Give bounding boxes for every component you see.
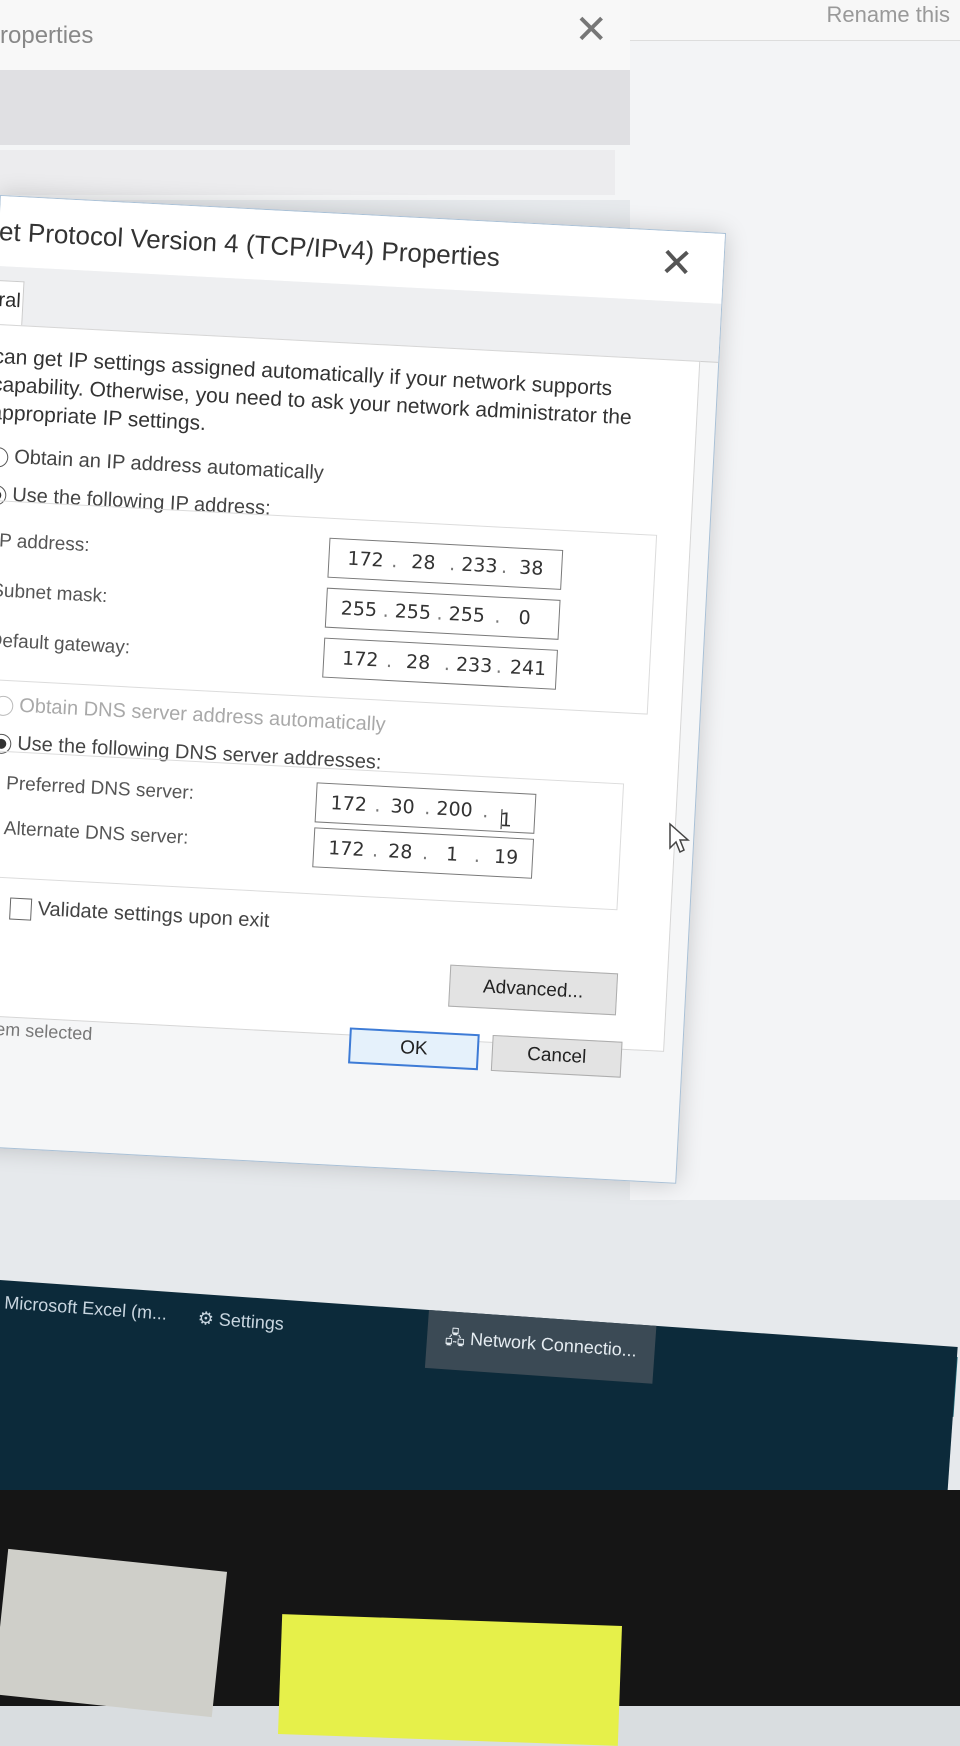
ip-octet-2: 28 [410, 551, 437, 575]
gw-octet-3: 233 [455, 653, 493, 678]
gw-dot-1: . [385, 649, 393, 673]
description-text: can get IP settings assigned automatical… [0, 344, 633, 436]
gw-octet-2: 28 [405, 650, 431, 675]
mask-octet-4: 0 [518, 606, 532, 630]
validate-label: Validate settings upon exit [37, 897, 270, 933]
validate-checkbox-row[interactable]: Validate settings upon exit [9, 897, 270, 934]
cancel-button[interactable]: Cancel [490, 1034, 623, 1078]
ip-octet-4: 38 [518, 556, 544, 580]
ok-button[interactable]: OK [348, 1027, 480, 1071]
mask-dot-1: . [382, 599, 390, 622]
dialog-title: et Protocol Version 4 (TCP/IPv4) Propert… [0, 216, 501, 273]
gw-dot-3: . [495, 655, 503, 678]
ip-dot-3: . [500, 555, 508, 579]
radio-ip-auto-label: Obtain an IP address automatically [13, 446, 325, 485]
radio-ip-auto-row[interactable]: Obtain an IP address automatically [0, 445, 324, 486]
mask-octet-2: 255 [394, 600, 432, 625]
dns2-octet-3: 1 [445, 843, 459, 866]
ipv4-properties-dialog: et Protocol Version 4 (TCP/IPv4) Propert… [0, 195, 727, 1184]
gw-dot-2: . [443, 652, 451, 676]
taskbar-item-network-label: Network Connectio... [469, 1328, 638, 1361]
dns1-dot-3: . [481, 800, 490, 823]
network-icon: 🖧 [444, 1327, 466, 1349]
dns2-octet-4: 19 [493, 845, 519, 870]
ip-dot-1: . [390, 550, 398, 573]
background-window-title: roperties [0, 22, 94, 49]
background-close-icon[interactable]: ✕ [574, 10, 608, 50]
mask-dot-2: . [436, 602, 444, 625]
dns1-dot-1: . [373, 794, 382, 817]
background-tab-area [0, 70, 630, 145]
gear-icon: ⚙ [197, 1307, 215, 1329]
gw-octet-1: 172 [341, 647, 380, 672]
taskbar-item-settings[interactable]: ⚙ Settings [197, 1308, 284, 1335]
gw-octet-4: 241 [509, 656, 547, 681]
radio-dns-auto-label: Obtain DNS server address automatically [18, 694, 387, 736]
mask-octet-3: 255 [448, 603, 486, 627]
taskbar-item-settings-label: Settings [218, 1309, 285, 1334]
dns2-octet-1: 172 [327, 837, 366, 861]
dns1-octet-2: 30 [389, 795, 416, 819]
validate-checkbox[interactable] [9, 897, 33, 921]
background-title-bar: roperties ✕ [0, 0, 630, 71]
ip-octet-3: 233 [460, 553, 499, 578]
mask-dot-3: . [494, 605, 502, 628]
status-text: 1 item selected [0, 1018, 93, 1044]
dns2-dot-2: . [421, 842, 429, 865]
background-properties-window: roperties ✕ [0, 0, 630, 200]
radio-dns-auto[interactable] [0, 695, 14, 717]
close-icon[interactable]: ✕ [659, 241, 695, 287]
background-panel [0, 150, 615, 195]
sticky-note [278, 1614, 622, 1746]
taskbar-item-excel[interactable]: Microsoft Excel (m... [4, 1292, 168, 1324]
ip-dot-2: . [448, 553, 456, 576]
dns2-octet-2: 28 [387, 840, 413, 864]
ip-octet-1: 172 [346, 547, 385, 572]
mouse-cursor-icon [669, 822, 690, 854]
paper-on-desk [0, 1548, 228, 1718]
dns2-dot-3: . [473, 844, 481, 868]
dns2-dot-1: . [371, 839, 379, 862]
rename-command[interactable]: Rename this [826, 2, 950, 28]
radio-ip-auto[interactable] [0, 446, 9, 468]
dns1-octet-1: 172 [330, 792, 368, 817]
dns1-dot-2: . [423, 797, 432, 820]
dns1-octet-3: 200 [435, 797, 474, 822]
tab-general[interactable]: ral [0, 279, 25, 326]
mask-octet-1: 255 [340, 597, 378, 622]
advanced-button[interactable]: Advanced... [448, 964, 619, 1016]
general-panel: can get IP settings assigned automatical… [0, 323, 701, 1052]
ip-address-label: IP address: [0, 530, 91, 557]
radio-dns-auto-row[interactable]: Obtain DNS server address automatically [0, 693, 386, 737]
explorer-command-bar: Rename this [630, 0, 960, 41]
